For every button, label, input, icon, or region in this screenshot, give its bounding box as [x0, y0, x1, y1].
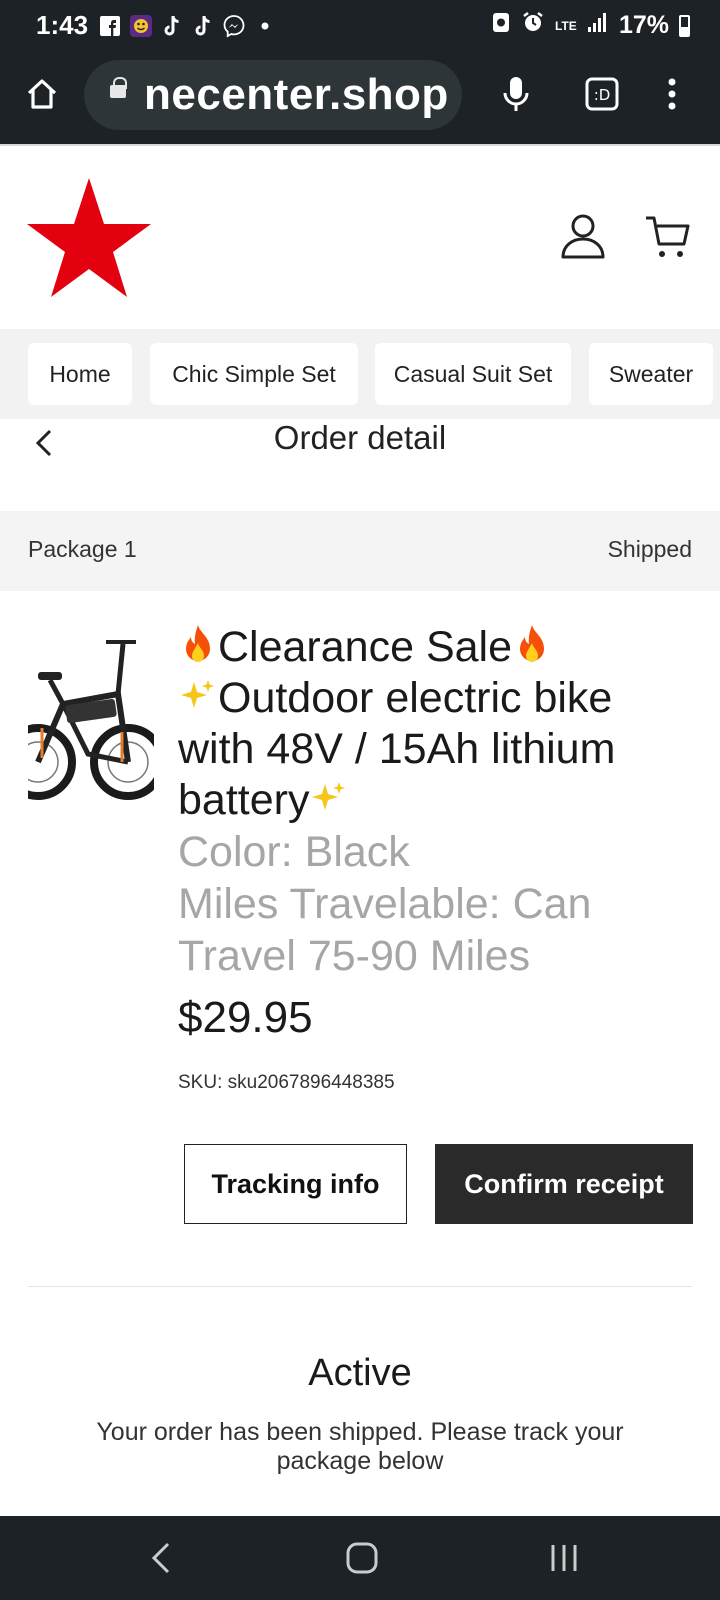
fire-icon [186, 625, 210, 662]
status-bar: 1:43 LTE 17% [0, 0, 720, 52]
data-saver-icon [491, 10, 511, 41]
page-title: Order detail [273, 419, 447, 456]
nav-item-sweater[interactable]: Sweater [589, 343, 713, 405]
nav-item-casual-suit-set[interactable]: Casual Suit Set [375, 343, 571, 405]
system-navigation-bar [0, 1516, 720, 1600]
product-color: Color: Black [178, 828, 410, 876]
battery-percent: 17% [618, 11, 669, 39]
order-status-title: Active [308, 1352, 412, 1394]
product-title-part1: Clearance Sale [218, 623, 513, 671]
microphone-icon[interactable] [494, 72, 538, 116]
battery-icon [679, 14, 690, 37]
tracking-info-button[interactable]: Tracking info [184, 1144, 407, 1224]
tab-switcher-icon[interactable]: :D [580, 72, 624, 116]
package-row: Package 1 Shipped [0, 511, 720, 591]
site-header [0, 144, 720, 329]
status-right: LTE 17% [491, 10, 690, 41]
product-image[interactable] [28, 624, 154, 804]
notification-icons [98, 12, 277, 40]
product-title[interactable]: Clearance Sale Outdoor electric bike with… [178, 622, 698, 826]
package-label: Package 1 [28, 536, 137, 562]
lock-icon [110, 77, 127, 98]
product-details: Clearance Sale Outdoor electric bike with… [178, 622, 698, 1094]
divider [28, 1286, 692, 1287]
browser-toolbar: necenter.shop :D [0, 52, 720, 144]
package-status: Shipped [607, 536, 692, 562]
sparkles-icon [312, 782, 346, 810]
home-icon[interactable] [20, 72, 64, 116]
status-time: 1:43 [36, 10, 89, 40]
address-bar[interactable]: necenter.shop [84, 60, 462, 130]
nav-item-chic-simple-set[interactable]: Chic Simple Set [150, 343, 358, 405]
order-status-description: Your order has been shipped. Please trac… [96, 1418, 624, 1475]
tiktok-icon [191, 14, 215, 38]
product-sku: SKU: sku2067896448385 [178, 1072, 395, 1093]
tiktok-icon [160, 14, 184, 38]
product-title-part2: Outdoor electric bike with 48V / 15Ah li… [178, 674, 616, 824]
fire-icon [520, 625, 545, 662]
product-price: $29.95 [178, 993, 313, 1042]
cart-icon[interactable] [644, 212, 690, 260]
order-detail-header: Order detail [0, 419, 720, 511]
system-back-icon[interactable] [142, 1538, 182, 1578]
network-type: LTE [554, 18, 577, 33]
messenger-icon [222, 14, 246, 38]
confirm-receipt-button[interactable]: Confirm receipt [435, 1144, 693, 1224]
svg-text::D: :D [594, 86, 611, 104]
star-logo[interactable] [26, 176, 152, 298]
alarm-icon [521, 10, 545, 41]
sparkles-icon [181, 680, 214, 708]
system-home-icon[interactable] [342, 1538, 382, 1578]
account-icon[interactable] [560, 212, 606, 260]
facebook-icon [98, 14, 122, 38]
dot-icon [253, 14, 277, 38]
url-text: necenter.shop [144, 70, 449, 119]
system-recents-icon[interactable] [544, 1538, 584, 1578]
signal-icon [587, 11, 609, 40]
category-nav: Home Chic Simple Set Casual Suit Set Swe… [0, 329, 720, 419]
product-miles: Miles Travelable: Can Travel 75-90 Miles [178, 880, 592, 980]
nav-item-home[interactable]: Home [28, 343, 132, 405]
game-icon [129, 14, 153, 38]
more-options-icon[interactable] [650, 72, 694, 116]
